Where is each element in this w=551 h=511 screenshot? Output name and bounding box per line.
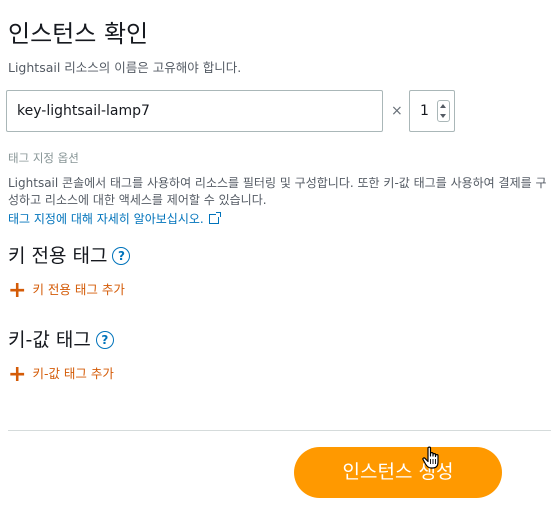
add-key-only-tag-button[interactable]: + 키 전용 태그 추가 [8,278,125,303]
tagging-options-label: 태그 지정 옵션 [8,151,79,165]
tagging-learn-more-link[interactable]: 태그 지정에 대해 자세히 알아보십시오. [8,210,221,227]
add-key-only-tag-label: 키 전용 태그 추가 [32,282,125,297]
instance-quantity-stepper[interactable]: 1 [409,90,455,132]
key-value-tags-heading: 키-값 태그? [8,325,114,352]
page-title: 인스턴스 확인 [8,20,149,48]
help-icon[interactable]: ? [95,331,114,349]
key-value-tags-title: 키-값 태그 [8,329,91,351]
create-instance-button[interactable]: 인스턴스 생성 [294,447,502,498]
quantity-value: 1 [420,103,429,119]
quantity-spinner[interactable] [437,100,450,122]
plus-icon: + [8,278,27,303]
key-only-tags-title: 키 전용 태그 [8,245,108,267]
add-key-value-tag-label: 키-값 태그 추가 [32,366,114,381]
multiplier-sign: × [391,103,403,119]
help-icon[interactable]: ? [112,247,131,265]
instance-name-input[interactable] [6,90,383,132]
add-key-value-tag-button[interactable]: + 키-값 태그 추가 [8,362,114,387]
divider [8,430,551,431]
external-link-icon [208,212,221,224]
chevron-down-icon[interactable] [440,114,446,118]
tagging-learn-more-text[interactable]: 태그 지정에 대해 자세히 알아보십시오. [8,212,204,226]
name-uniqueness-note: Lightsail 리소스의 이름은 고유해야 합니다. [8,60,242,75]
plus-icon: + [8,362,27,387]
key-only-tags-heading: 키 전용 태그? [8,241,131,268]
chevron-up-icon[interactable] [440,104,446,108]
tagging-description: Lightsail 콘솔에서 태그를 사용하여 리소스를 필터링 및 구성합니다… [8,176,547,207]
hand-cursor-icon [422,446,439,469]
